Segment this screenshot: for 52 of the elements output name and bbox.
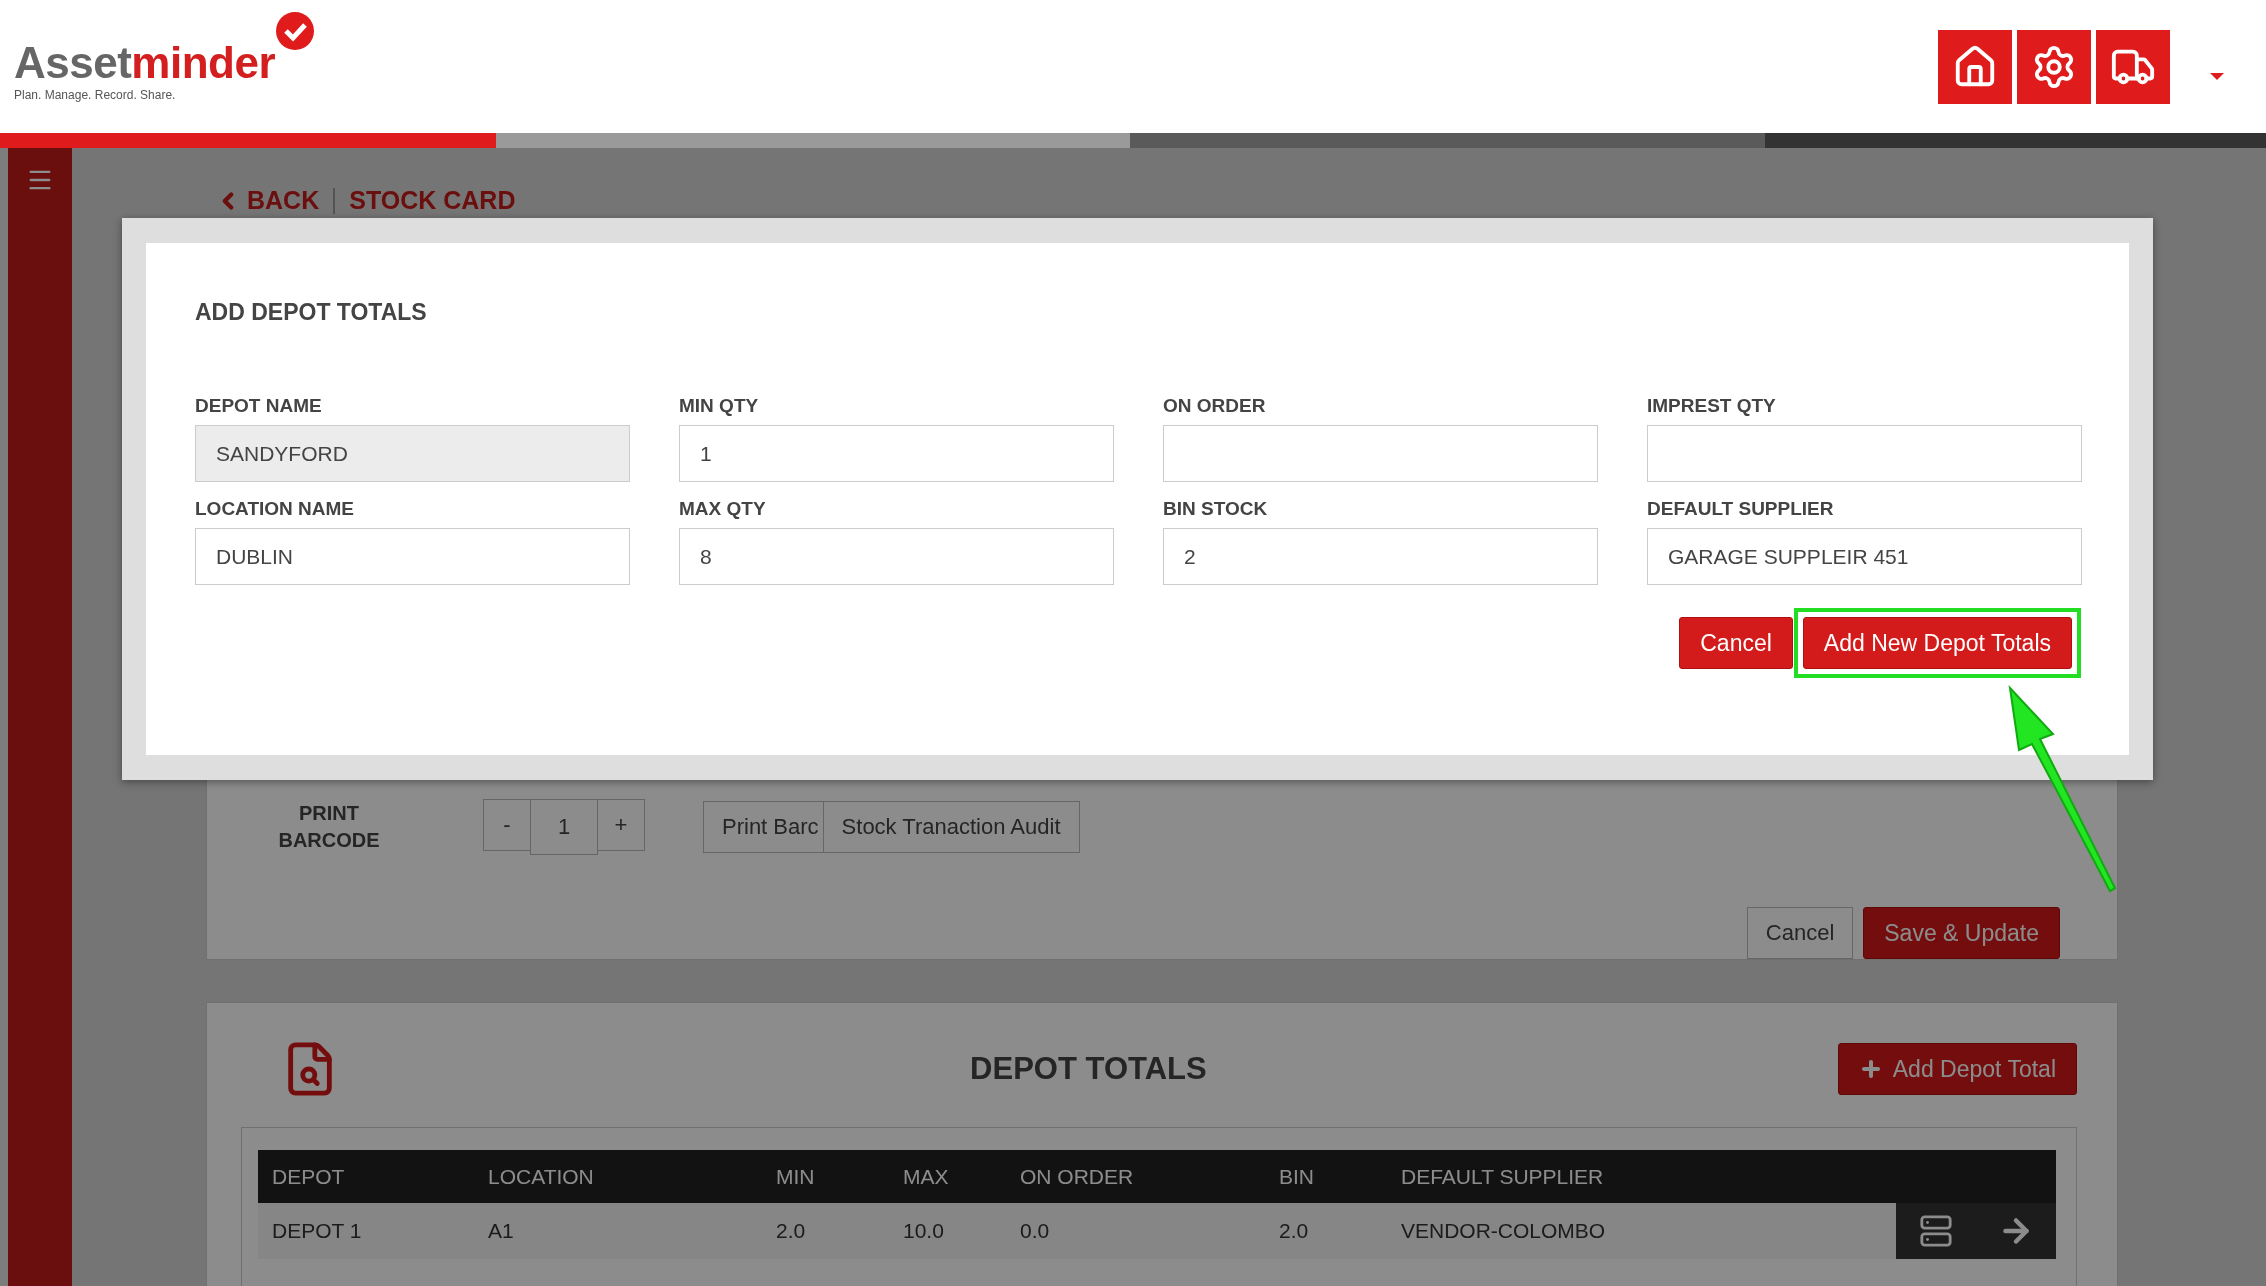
quantity-field[interactable]: 1 (530, 799, 598, 855)
logo-tagline: Plan. Manage. Record. Share. (14, 88, 177, 102)
input-field[interactable]: GARAGE SUPPLEIR 451 (1647, 528, 2082, 585)
section-title: DEPOT TOTALS (969, 1051, 1208, 1087)
dialog-title: ADD DEPOT TOTALS (195, 299, 428, 326)
table-cell-text: 10.0 (903, 1219, 945, 1243)
field-label: IMPREST QTY (1647, 395, 1777, 417)
back-link[interactable]: BACK (215, 186, 320, 215)
field-label: MAX QTY (679, 498, 767, 520)
home-button[interactable] (1938, 29, 2012, 104)
input-field[interactable]: 2 (1163, 528, 1598, 585)
cancel-button[interactable]: Cancel (1746, 907, 1854, 959)
field-label: DEFAULT SUPPLIER (1647, 498, 1835, 520)
add-depot-total-button[interactable]: Add Depot Total (1837, 1043, 2077, 1095)
input-field[interactable]: 1 (679, 425, 1114, 482)
column-header: DEFAULT SUPPLIER (1401, 1164, 1605, 1189)
settings-button[interactable] (2017, 29, 2091, 104)
column-header: BIN (1279, 1164, 1315, 1189)
column-header: MAX (903, 1164, 950, 1189)
list-icon[interactable] (1918, 1214, 1953, 1248)
field-label: DEPOT NAME (195, 395, 323, 417)
decrement-button[interactable]: - (483, 799, 531, 851)
dialog-button[interactable]: Add New Depot Totals (1802, 617, 2072, 669)
table-cell-text: 0.0 (1020, 1219, 1051, 1243)
input-field[interactable] (1163, 425, 1598, 482)
input-field[interactable] (1647, 425, 2082, 482)
truck-button[interactable] (2096, 29, 2170, 104)
increment-button[interactable]: + (597, 799, 645, 851)
field-label: LOCATION NAME (195, 498, 356, 520)
field-label: BIN STOCK (1163, 498, 1269, 520)
column-header: DEPOT (272, 1164, 346, 1189)
table-cell-text: VENDOR-COLOMBO (1401, 1219, 1607, 1243)
input-field[interactable]: DUBLIN (195, 528, 630, 585)
table-cell-text: DEPOT 1 (272, 1219, 363, 1243)
logo-wordmark: Assetminder (14, 41, 276, 85)
dropdown-caret-icon[interactable] (2210, 73, 2224, 80)
field-label: ON ORDER (1163, 395, 1267, 417)
print-barcode-button[interactable]: Print Barc (703, 801, 824, 853)
dialog-button[interactable]: Cancel (1679, 617, 1793, 669)
table-cell-text: 2.0 (1279, 1219, 1310, 1243)
breadcrumb-title: STOCK CARD (349, 186, 516, 215)
column-header: LOCATION (488, 1164, 595, 1189)
save-update-button[interactable]: Save & Update (1863, 907, 2060, 959)
check-badge-icon (275, 11, 316, 51)
field-label: MIN QTY (679, 395, 760, 417)
input-field[interactable]: 8 (679, 528, 1114, 585)
stock-audit-button[interactable]: Stock Tranaction Audit (822, 801, 1080, 853)
table-cell-text: A1 (488, 1219, 515, 1243)
column-header: ON ORDER (1020, 1164, 1135, 1189)
print-barcode-label: PRINT BARCODE (277, 801, 381, 853)
column-header: MIN (776, 1164, 816, 1189)
table-cell-text: 2.0 (776, 1219, 807, 1243)
